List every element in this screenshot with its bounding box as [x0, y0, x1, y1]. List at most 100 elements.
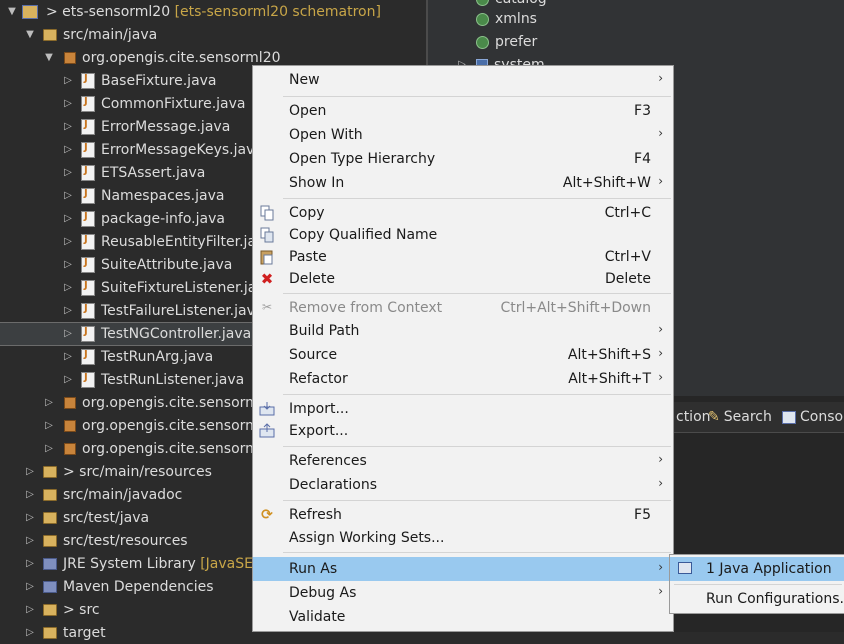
expand-arrow-icon[interactable]: ▷	[62, 374, 74, 386]
chevron-right-icon: ›	[658, 452, 663, 466]
expand-arrow-icon[interactable]: ▷	[43, 443, 55, 455]
java-file-icon	[80, 165, 96, 181]
expand-arrow-icon[interactable]: ▷	[24, 627, 36, 639]
expand-arrow-icon[interactable]: ▷	[24, 558, 36, 570]
java-file-icon	[80, 349, 96, 365]
outline-row[interactable]: prefer	[476, 31, 537, 53]
tree-row-project[interactable]: ▼ > ets-sensorml20 [ets-sensorml20 schem…	[0, 1, 426, 23]
menu-item-open[interactable]: Open F3	[253, 100, 673, 122]
menu-accelerator: Ctrl+V	[604, 249, 651, 265]
source-folder-icon	[42, 510, 58, 526]
copy-icon	[259, 205, 275, 221]
menu-item-open-type-hierarchy[interactable]: Open Type Hierarchy F4	[253, 148, 673, 170]
source-folder-icon	[42, 464, 58, 480]
menu-item-export[interactable]: Export...	[253, 420, 673, 442]
expand-arrow-icon[interactable]: ▷	[62, 121, 74, 133]
menu-item-import[interactable]: Import...	[253, 398, 673, 420]
menu-item-source[interactable]: Source Alt+Shift+S ›	[253, 344, 673, 366]
menu-item-assign-working-sets[interactable]: Assign Working Sets...	[253, 527, 673, 549]
collapse-arrow-icon[interactable]: ▼	[24, 29, 36, 41]
submenu-item-java-application[interactable]: 1 Java Application	[670, 557, 844, 581]
search-icon: ✎	[708, 409, 720, 425]
refresh-icon: ⟳	[261, 507, 273, 523]
menu-item-delete[interactable]: ✖ Delete Delete	[253, 268, 673, 290]
menu-separator	[283, 96, 671, 97]
menu-item-debug-as[interactable]: Debug As ›	[253, 582, 673, 604]
source-folder-icon	[42, 487, 58, 503]
menu-item-references[interactable]: References ›	[253, 450, 673, 472]
menu-item-copy[interactable]: Copy Ctrl+C	[253, 202, 673, 224]
outline-row[interactable]: xmlns	[476, 8, 537, 30]
tab-search[interactable]: ✎ Search	[708, 402, 772, 432]
menu-item-paste[interactable]: Paste Ctrl+V	[253, 246, 673, 268]
expand-arrow-icon[interactable]: ▷	[43, 397, 55, 409]
expand-arrow-icon[interactable]: ▷	[24, 466, 36, 478]
menu-accelerator: Alt+Shift+W	[562, 175, 651, 191]
tab-console[interactable]: Conso	[782, 402, 843, 432]
menu-item-new[interactable]: New ›	[253, 69, 673, 91]
java-file-icon	[80, 73, 96, 89]
expand-arrow-icon[interactable]: ▷	[62, 305, 74, 317]
expand-arrow-icon[interactable]: ▷	[24, 489, 36, 501]
tree-label: > src/main/resources	[63, 464, 212, 480]
expand-arrow-icon[interactable]: ▷	[24, 581, 36, 593]
menu-item-refresh[interactable]: ⟳ Refresh F5	[253, 504, 673, 526]
attribute-icon	[476, 12, 489, 26]
delete-icon: ✖	[260, 270, 274, 288]
tree-label: src/test/resources	[63, 533, 188, 549]
expand-arrow-icon[interactable]: ▷	[62, 259, 74, 271]
chevron-right-icon: ›	[658, 584, 663, 598]
tree-label: SuiteFixtureListener.java	[101, 280, 274, 296]
tree-label: TestRunArg.java	[101, 349, 214, 365]
menu-item-build-path[interactable]: Build Path ›	[253, 320, 673, 342]
menu-accelerator: Ctrl+Alt+Shift+Down	[500, 300, 651, 316]
menu-item-refactor[interactable]: Refactor Alt+Shift+T ›	[253, 368, 673, 390]
menu-item-validate[interactable]: Validate	[253, 606, 673, 628]
tree-label: TestRunListener.java	[101, 372, 245, 388]
expand-arrow-icon[interactable]: ▷	[62, 190, 74, 202]
tree-label: > src	[63, 602, 100, 618]
menu-separator	[674, 584, 842, 585]
menu-label: Copy Qualified Name	[289, 227, 438, 243]
menu-label: Delete	[289, 271, 335, 287]
expand-arrow-icon[interactable]: ▷	[62, 167, 74, 179]
package-icon	[62, 441, 78, 457]
menu-separator	[283, 293, 671, 294]
menu-item-run-as[interactable]: Run As ›	[253, 557, 673, 581]
menu-label: Run As	[289, 561, 338, 577]
library-icon	[42, 579, 58, 595]
tree-row[interactable]: ▼ src/main/java	[0, 24, 426, 46]
submenu-item-run-configurations[interactable]: Run Configurations...	[670, 587, 844, 611]
expand-arrow-icon[interactable]: ▷	[62, 213, 74, 225]
tree-label: > ets-sensorml20 [ets-sensorml20 schemat…	[46, 4, 381, 20]
element-icon	[476, 0, 489, 6]
collapse-arrow-icon[interactable]: ▼	[43, 52, 55, 64]
tree-label: BaseFixture.java	[101, 73, 217, 89]
expand-arrow-icon[interactable]: ▷	[62, 351, 74, 363]
menu-accelerator: F3	[634, 103, 651, 119]
expand-arrow-icon[interactable]: ▷	[24, 604, 36, 616]
menu-accelerator: Alt+Shift+T	[568, 371, 651, 387]
outline-label: xmlns	[495, 11, 537, 27]
menu-item-declarations[interactable]: Declarations ›	[253, 474, 673, 496]
expand-arrow-icon[interactable]: ▷	[24, 512, 36, 524]
tree-label: ReusableEntityFilter.java	[101, 234, 273, 250]
menu-label: Source	[289, 347, 338, 363]
expand-arrow-icon[interactable]: ▷	[62, 282, 74, 294]
expand-arrow-icon[interactable]: ▷	[62, 328, 74, 340]
menu-accelerator: F5	[634, 507, 651, 523]
menu-item-open-with[interactable]: Open With ›	[253, 124, 673, 146]
menu-item-show-in[interactable]: Show In Alt+Shift+W ›	[253, 172, 673, 194]
expand-arrow-icon[interactable]: ▷	[62, 98, 74, 110]
menu-item-copy-qualified-name[interactable]: Copy Qualified Name	[253, 224, 673, 246]
copy-qualified-name-icon	[259, 227, 275, 243]
chevron-right-icon: ›	[658, 126, 663, 140]
expand-arrow-icon[interactable]: ▷	[43, 420, 55, 432]
expand-arrow-icon[interactable]: ▷	[62, 75, 74, 87]
expand-arrow-icon[interactable]: ▷	[62, 144, 74, 156]
tab-problems[interactable]: ction	[676, 402, 711, 432]
java-file-icon	[80, 96, 96, 112]
collapse-arrow-icon[interactable]: ▼	[6, 6, 18, 18]
expand-arrow-icon[interactable]: ▷	[62, 236, 74, 248]
expand-arrow-icon[interactable]: ▷	[24, 535, 36, 547]
